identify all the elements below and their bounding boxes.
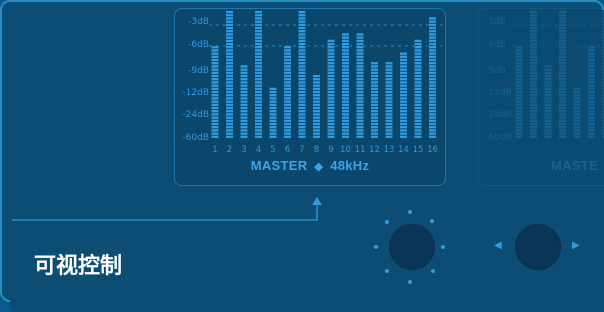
master-eq-panel: -3dB -6dB -9dB -12dB -24dB -60dB 1234567…: [174, 8, 446, 186]
eq-band-bar[interactable]: [545, 65, 552, 138]
eq-band-bar[interactable]: [588, 46, 595, 138]
eq-band-bar[interactable]: [299, 11, 306, 138]
band-number-label: 7: [299, 145, 304, 155]
eq-band-bar[interactable]: [559, 11, 566, 138]
sample-rate: 48kHz: [330, 158, 369, 173]
arrow-left-icon[interactable]: ◀: [494, 240, 502, 251]
eq-band-meters: 12345678910111213141516: [175, 9, 447, 169]
eq-band-bar[interactable]: [429, 17, 436, 138]
eq-band-bar[interactable]: [357, 33, 364, 138]
band-number-label: 16: [427, 145, 438, 155]
knob-tick-icon: [408, 210, 412, 214]
eq-band-bar[interactable]: [415, 40, 422, 138]
rotary-knob-icon[interactable]: [515, 224, 561, 270]
eq-band-bar[interactable]: [226, 11, 233, 138]
eq-band-bar[interactable]: [516, 46, 523, 138]
rotary-knob-icon[interactable]: [389, 224, 435, 270]
band-number-label: 14: [398, 145, 409, 155]
eq-band-bar[interactable]: [574, 88, 581, 138]
eq-band-bar[interactable]: [255, 11, 262, 138]
band-number-label: 10: [340, 145, 351, 155]
knob-tick-icon: [441, 245, 445, 249]
arrow-right-icon[interactable]: ▶: [572, 240, 580, 251]
knob-tick-icon: [374, 245, 378, 249]
band-number-label: 6: [285, 145, 290, 155]
band-number-label: 1: [212, 145, 217, 155]
knob-tick-icon: [408, 280, 412, 284]
eq-band-bar[interactable]: [212, 46, 219, 138]
knob-tick-icon: [385, 220, 389, 224]
band-number-label: 4: [256, 145, 261, 155]
band-number-label: 8: [314, 145, 319, 155]
band-number-label: 11: [355, 145, 366, 155]
eq-panel-caption: MASTER ◆ 48kHz: [175, 158, 445, 173]
eq-band-bar[interactable]: [342, 33, 349, 138]
band-number-label: 12: [369, 145, 380, 155]
ghost-eq-panel: -3dB -6dB -9dB -12dB -24dB -60dB MASTE: [478, 8, 604, 186]
knob-tick-icon: [430, 219, 434, 223]
band-number-label: 3: [241, 145, 246, 155]
ghost-caption: MASTE: [551, 158, 604, 173]
knob-tick-icon: [385, 269, 389, 273]
eq-band-bar[interactable]: [530, 11, 537, 138]
band-number-label: 13: [384, 145, 395, 155]
eq-band-bar[interactable]: [386, 62, 393, 138]
eq-band-bar[interactable]: [400, 53, 407, 139]
section-title: 可视控制: [34, 248, 122, 280]
master-label: MASTER: [251, 158, 308, 173]
band-number-label: 2: [227, 145, 232, 155]
eq-band-bar[interactable]: [313, 75, 320, 138]
band-number-label: 5: [270, 145, 275, 155]
band-number-label: 15: [413, 145, 424, 155]
knob-tick-icon: [431, 269, 435, 273]
eq-band-bar[interactable]: [241, 65, 248, 138]
eq-band-bar[interactable]: [371, 62, 378, 138]
diamond-icon: ◆: [314, 161, 323, 173]
eq-band-bar[interactable]: [328, 40, 335, 138]
signal-connector-line: [12, 196, 324, 226]
eq-band-bar[interactable]: [270, 88, 277, 138]
eq-band-bar[interactable]: [284, 46, 291, 138]
ghost-eq-band-meters: [479, 9, 604, 169]
band-number-label: 9: [328, 145, 333, 155]
